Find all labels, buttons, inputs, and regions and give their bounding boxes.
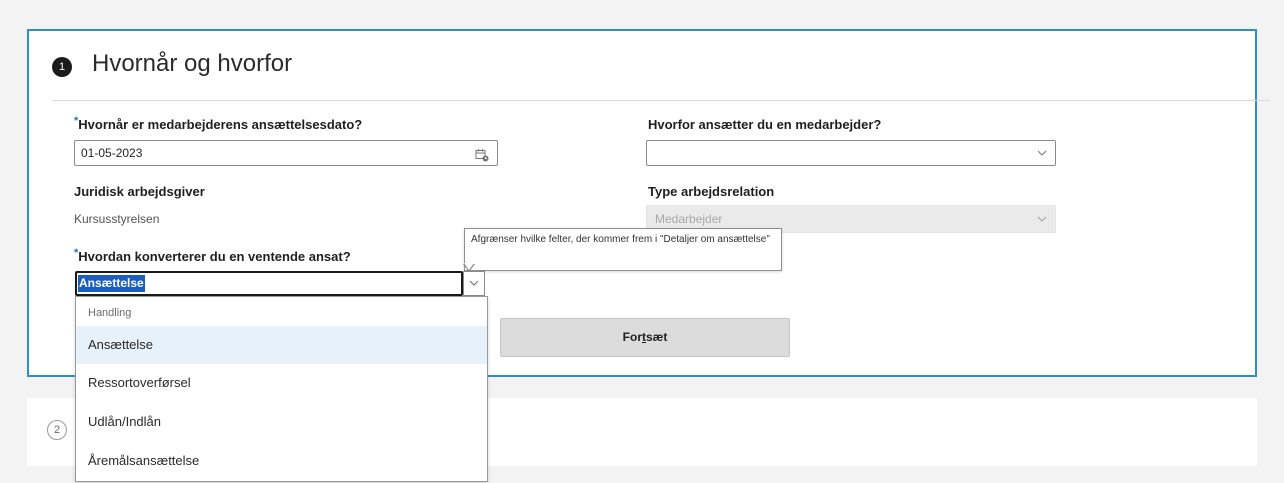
- required-marker: *: [74, 115, 79, 127]
- required-marker: *: [74, 247, 79, 259]
- legal-employer-value: Kursusstyrelsen: [74, 212, 160, 226]
- chevron-down-icon: [1037, 206, 1047, 241]
- relation-type-label: Type arbejdsrelation: [648, 184, 775, 199]
- convert-combobox[interactable]: Ansættelse: [75, 271, 463, 296]
- chevron-down-icon: [1037, 141, 1047, 174]
- convert-label: *Hvordan konverterer du en ventende ansa…: [74, 247, 351, 264]
- hire-date-label: *Hvornår er medarbejderens ansættelsesda…: [74, 115, 363, 132]
- tooltip-arrow-fill: [464, 263, 474, 270]
- dropdown-option[interactable]: Ansættelse: [76, 326, 487, 364]
- convert-dropdown-button[interactable]: [463, 271, 485, 296]
- step-indicator-2: 2: [47, 420, 67, 440]
- dropdown-option[interactable]: Åremålsansættelse: [76, 442, 487, 480]
- section-divider: [52, 100, 1270, 101]
- chevron-down-icon: [469, 275, 479, 292]
- convert-selected-text: Ansættelse: [78, 275, 145, 292]
- hire-date-input[interactable]: 01-05-2023: [74, 140, 498, 166]
- legal-employer-label: Juridisk arbejdsgiver: [74, 184, 205, 199]
- hire-reason-select[interactable]: [646, 140, 1056, 166]
- dropdown-option[interactable]: Ressortoverførsel: [76, 364, 487, 402]
- dropdown-group-header: Handling: [88, 307, 132, 319]
- calendar-icon[interactable]: [475, 146, 489, 170]
- step-indicator-1: 1: [52, 57, 72, 77]
- convert-dropdown-list: Handling Ansættelse Ressortoverførsel Ud…: [75, 296, 488, 482]
- convert-tooltip: Afgrænser hvilke felter, der kommer frem…: [464, 228, 782, 271]
- dropdown-option[interactable]: Udlån/Indlån: [76, 403, 487, 441]
- section-title: Hvornår og hvorfor: [92, 50, 293, 77]
- hire-date-value: 01-05-2023: [81, 146, 143, 160]
- relation-type-value: Medarbejder: [655, 212, 723, 226]
- hire-reason-label: Hvorfor ansætter du en medarbejder?: [648, 117, 882, 132]
- continue-button[interactable]: Fortsæt: [500, 318, 790, 357]
